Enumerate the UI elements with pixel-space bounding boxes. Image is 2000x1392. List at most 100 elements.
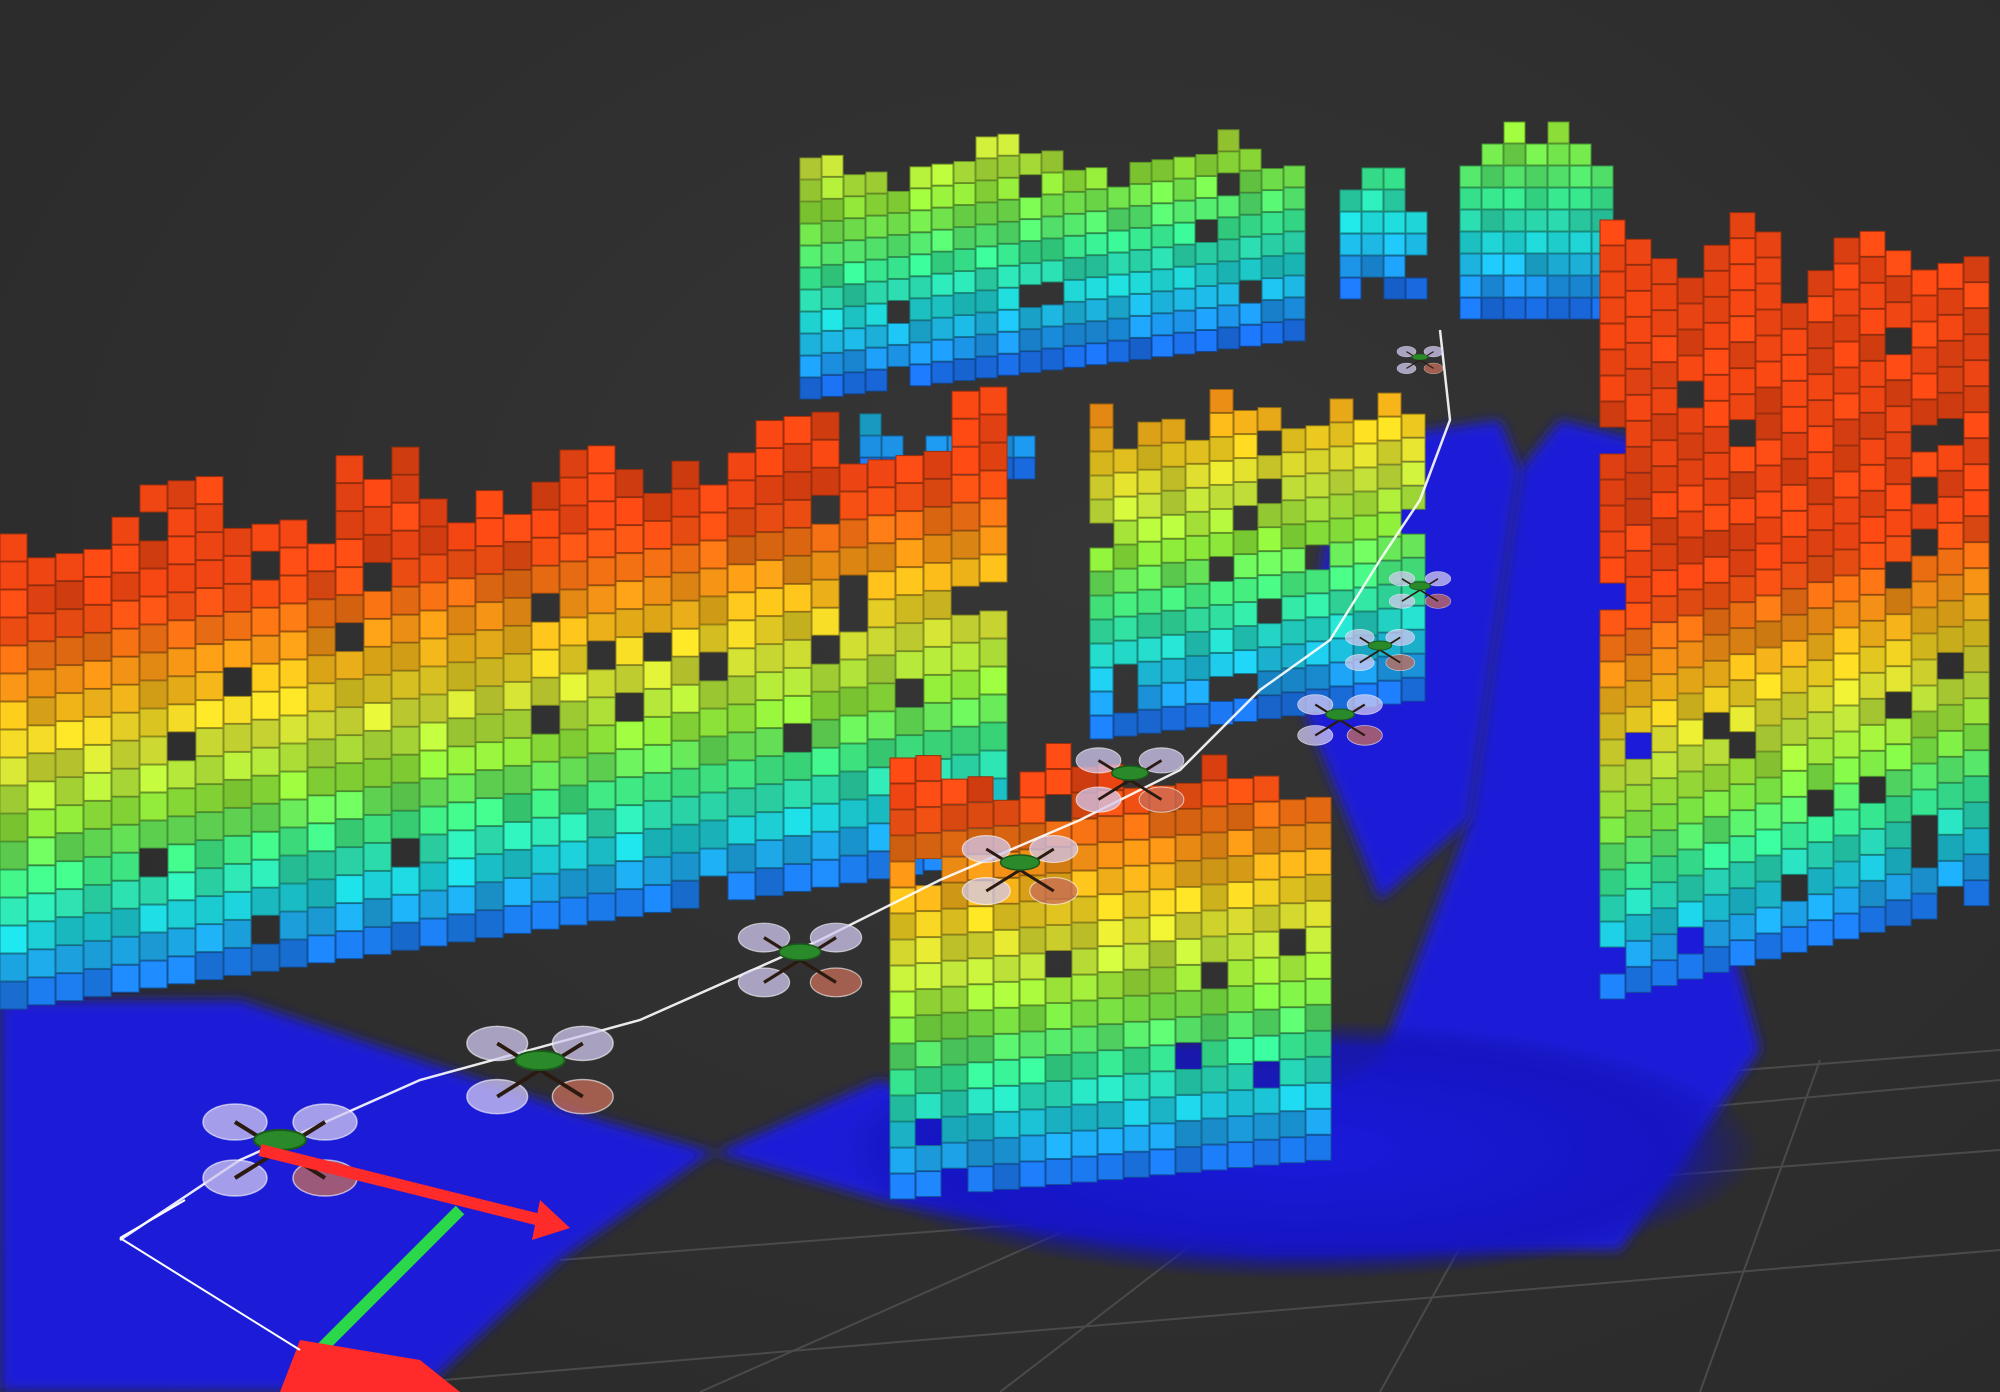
voxel	[1123, 865, 1150, 892]
voxel	[755, 616, 784, 645]
voxel	[951, 446, 980, 475]
voxel	[1781, 692, 1808, 719]
voxel	[889, 1173, 916, 1200]
voxel	[1525, 187, 1548, 210]
voxel	[923, 590, 952, 619]
voxel	[1937, 704, 1964, 731]
voxel	[1239, 302, 1262, 325]
voxel	[923, 450, 952, 479]
voxel	[111, 768, 140, 797]
voxel	[1859, 906, 1886, 933]
voxel	[953, 227, 976, 250]
voxel	[1599, 323, 1626, 350]
voxel	[0, 561, 28, 590]
voxel	[839, 855, 868, 884]
voxel	[1885, 536, 1912, 563]
voxel	[111, 824, 140, 853]
voxel	[1253, 775, 1280, 802]
voxel	[1129, 293, 1152, 316]
voxel	[1703, 400, 1730, 427]
voxel	[1097, 1154, 1124, 1181]
voxel	[967, 984, 994, 1011]
voxel	[1833, 809, 1860, 836]
voxel	[1113, 448, 1138, 473]
voxel	[1097, 972, 1124, 999]
voxel	[1569, 297, 1592, 320]
voxel-occupancy-map[interactable]	[0, 0, 2000, 1392]
voxel	[931, 295, 954, 318]
voxel	[1963, 256, 1990, 283]
voxel	[1677, 537, 1704, 564]
voxel	[139, 652, 168, 681]
3d-map-viewport[interactable]	[0, 0, 2000, 1392]
voxel	[1239, 170, 1262, 193]
voxel	[1703, 556, 1730, 583]
voxel	[111, 684, 140, 713]
voxel	[1807, 556, 1834, 583]
voxel	[1459, 187, 1482, 210]
voxel	[391, 586, 420, 615]
voxel	[1151, 181, 1174, 204]
voxel	[223, 919, 252, 948]
voxel	[1339, 211, 1362, 234]
voxel	[1113, 592, 1138, 617]
voxel	[1503, 143, 1526, 166]
voxel	[279, 659, 308, 688]
voxel	[1227, 1064, 1254, 1091]
voxel	[1239, 258, 1262, 281]
voxel	[909, 364, 932, 387]
voxel	[111, 544, 140, 573]
voxel	[1625, 966, 1652, 993]
voxel	[1175, 964, 1202, 991]
voxel	[1833, 627, 1860, 654]
voxel	[843, 218, 866, 241]
voxel	[1651, 726, 1678, 753]
voxel	[223, 779, 252, 808]
voxel	[419, 694, 448, 723]
voxel	[975, 202, 998, 225]
voxel	[1729, 888, 1756, 915]
voxel	[1149, 837, 1176, 864]
voxel	[1963, 802, 1990, 829]
voxel	[1063, 213, 1086, 236]
quadrotor-icon[interactable]	[737, 922, 863, 998]
voxel	[559, 561, 588, 590]
voxel	[1651, 388, 1678, 415]
voxel	[1161, 490, 1186, 515]
voxel	[1129, 205, 1152, 228]
voxel	[1283, 165, 1306, 188]
voxel	[1041, 326, 1064, 349]
voxel	[531, 901, 560, 930]
voxel	[419, 722, 448, 751]
voxel	[1625, 836, 1652, 863]
quadrotor-icon[interactable]	[1396, 345, 1444, 375]
voxel	[307, 683, 336, 712]
voxel	[615, 553, 644, 582]
voxel	[1089, 499, 1114, 524]
voxel	[843, 306, 866, 329]
voxel	[783, 415, 812, 444]
voxel	[1401, 461, 1426, 486]
voxel	[887, 190, 910, 213]
voxel	[1217, 261, 1240, 284]
voxel	[0, 981, 28, 1010]
voxel	[27, 893, 56, 922]
voxel	[1097, 816, 1124, 843]
voxel	[1085, 277, 1108, 300]
voxel	[1185, 535, 1210, 560]
voxel	[643, 492, 672, 521]
voxel	[1085, 167, 1108, 190]
voxel	[1755, 933, 1782, 960]
voxel	[391, 698, 420, 727]
voxel	[967, 1036, 994, 1063]
voxel	[915, 911, 942, 938]
voxel	[867, 683, 896, 712]
voxel	[1781, 354, 1808, 381]
voxel	[1911, 789, 1938, 816]
voxel	[1755, 491, 1782, 518]
voxel	[941, 1012, 968, 1039]
voxel	[1257, 407, 1282, 432]
voxel	[1305, 978, 1332, 1005]
drone-body	[514, 1050, 566, 1071]
voxel	[1195, 285, 1218, 308]
